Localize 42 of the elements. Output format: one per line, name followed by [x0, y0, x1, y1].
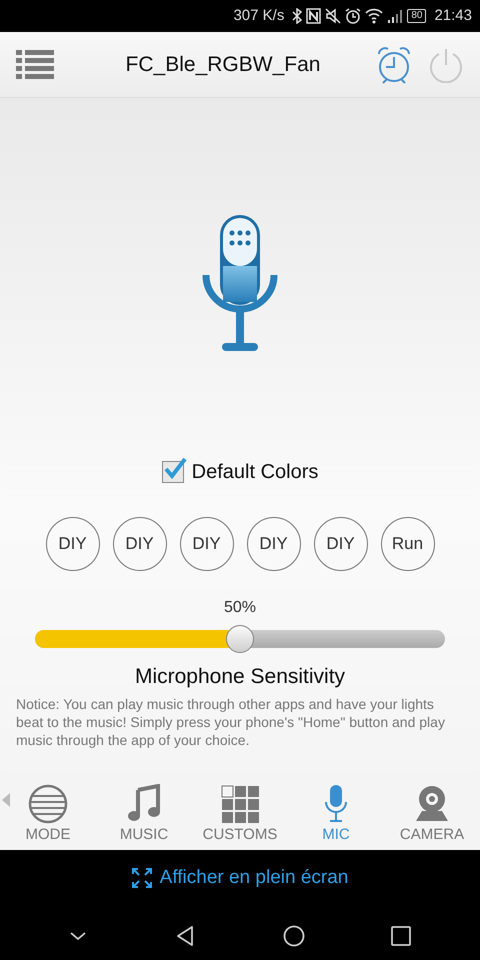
menu-icon — [16, 48, 54, 80]
home-icon — [282, 924, 305, 946]
device-title: FC_Ble_RGBW_Fan — [124, 52, 322, 78]
checkmark-icon — [162, 458, 187, 480]
preset-button[interactable]: DIY — [46, 517, 100, 571]
left-arrow-icon — [2, 793, 10, 807]
customs-icon — [220, 784, 260, 824]
expand-icon — [132, 868, 152, 888]
notice-text: Notice: You can play music through other apps and have your lights beat to the music! Simply press your phone's "Home" button and play music through the app of your choice. — [15, 694, 446, 750]
recents-icon — [390, 924, 412, 946]
clock: 21:43 — [434, 6, 472, 26]
tab[interactable]: MUSIC — [96, 784, 192, 846]
tab[interactable]: CAMERA — [384, 784, 480, 846]
preset-button[interactable]: DIY — [180, 517, 234, 571]
nfc-icon — [306, 8, 322, 24]
power-icon — [428, 46, 464, 82]
preset-button[interactable]: DIY — [112, 517, 166, 571]
recents-button[interactable] — [390, 924, 412, 946]
battery-indicator: 80 — [407, 9, 426, 23]
alarm-clock-icon — [376, 46, 412, 84]
preset-button[interactable]: Run — [380, 517, 434, 571]
default-colors-checkbox[interactable] — [162, 461, 184, 483]
checkbox-label: Default Colors — [192, 460, 318, 485]
slider-thumb[interactable] — [226, 625, 254, 653]
wifi-icon — [365, 8, 384, 24]
tab[interactable]: CUSTOMS — [192, 784, 288, 846]
bluetooth-icon — [292, 8, 302, 24]
signal-icon — [387, 8, 404, 24]
mode-icon — [28, 784, 68, 824]
preset-button[interactable]: DIY — [246, 517, 300, 571]
alarm-icon — [345, 8, 362, 24]
alarm-button[interactable] — [376, 46, 412, 84]
sensitivity-slider[interactable] — [35, 625, 445, 653]
home-button[interactable] — [282, 924, 305, 946]
sensitivity-reading: 50% — [224, 598, 256, 618]
tab[interactable]: MODE — [0, 784, 96, 846]
preset-button[interactable]: DIY — [314, 517, 368, 571]
mute-icon — [325, 8, 342, 24]
sensitivity-title: Microphone Sensitivity — [134, 664, 346, 690]
network-speed: 307 K/s — [233, 6, 284, 26]
menu-button[interactable] — [16, 48, 54, 80]
fullscreen-button[interactable]: Afficher en plein écran — [132, 864, 348, 892]
